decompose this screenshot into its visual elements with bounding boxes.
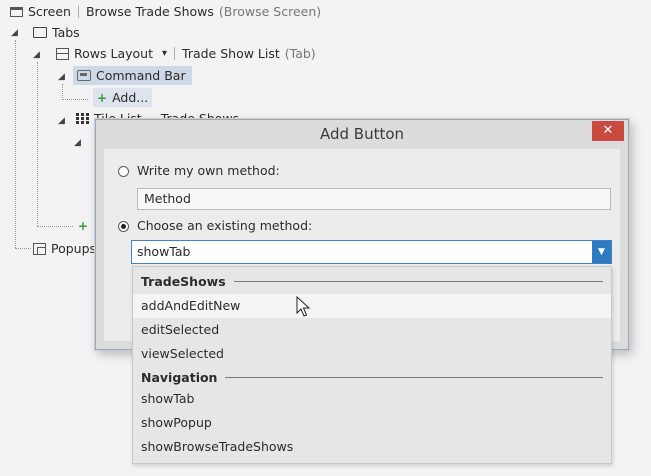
tree-node-screen[interactable]: Screen Browse Trade Shows (Browse Screen…	[10, 4, 321, 19]
dropdown-item[interactable]: viewSelected	[133, 342, 611, 366]
divider	[225, 376, 603, 378]
tree-node-add[interactable]: + Add...	[93, 88, 153, 107]
choose-existing-method-label: Choose an existing method:	[137, 218, 313, 233]
radio-write-own-method[interactable]	[118, 166, 129, 177]
mouse-cursor-icon	[296, 296, 310, 317]
method-field[interactable]: Method	[137, 188, 611, 210]
dropdown-item[interactable]: showTab	[133, 387, 611, 411]
popups-icon	[33, 242, 46, 255]
expand-triangle-icon[interactable]: ◢	[58, 116, 65, 126]
popups-label: Popups	[51, 241, 97, 256]
screen-kind: (Browse Screen)	[218, 4, 322, 19]
rows-layout-label: Rows Layout	[74, 46, 153, 61]
dialog-title: Add Button	[319, 125, 405, 143]
tree-guide	[15, 248, 31, 249]
tree-node-popups[interactable]: Popups	[33, 241, 96, 256]
dropdown-group-header: TradeShows	[133, 271, 611, 291]
plus-icon[interactable]: +	[78, 219, 88, 233]
group-header-navigation: Navigation	[141, 369, 218, 385]
rows-layout-icon	[56, 47, 69, 60]
divider	[233, 280, 603, 282]
expand-triangle-icon[interactable]: ◢	[74, 138, 81, 148]
write-own-method-label: Write my own method:	[137, 163, 280, 178]
dropdown-item[interactable]: showPopup	[133, 411, 611, 435]
tree-node-tabs[interactable]: Tabs	[33, 25, 80, 40]
tree-guide	[37, 62, 38, 226]
dropdown-item[interactable]: addAndEditNew	[133, 294, 611, 318]
dropdown-item[interactable]: editSelected	[133, 318, 611, 342]
chevron-down-icon[interactable]: ▼	[592, 241, 611, 263]
tabs-label: Tabs	[52, 25, 80, 40]
tree-guide	[62, 99, 88, 100]
trade-show-list-kind: (Tab)	[284, 46, 316, 61]
tree-guide	[15, 40, 16, 248]
tile-list-icon	[76, 113, 89, 124]
close-button[interactable]: ✕	[592, 121, 624, 141]
dropdown-item[interactable]: showBrowseTradeShows	[133, 435, 611, 459]
method-select[interactable]: showTab ▼	[131, 240, 612, 264]
chevron-down-icon[interactable]: ▾	[162, 48, 167, 59]
screen-name: Browse Trade Shows	[85, 4, 214, 19]
expand-triangle-icon[interactable]: ◢	[33, 50, 40, 60]
add-label: Add...	[112, 90, 149, 105]
dropdown-group-header: Navigation	[133, 367, 611, 387]
separator	[174, 47, 176, 60]
folder-icon	[33, 27, 47, 38]
method-select-value: showTab	[137, 244, 191, 259]
tree-node-command-bar[interactable]: Command Bar	[73, 66, 192, 85]
separator	[77, 5, 79, 18]
command-bar-icon	[77, 70, 91, 81]
tree-guide	[62, 84, 63, 100]
expand-triangle-icon[interactable]: ◢	[58, 72, 65, 82]
screen-label: Screen	[28, 4, 71, 19]
tree-guide	[37, 226, 73, 227]
close-icon: ✕	[602, 123, 614, 138]
command-bar-label: Command Bar	[96, 68, 186, 83]
expand-triangle-icon[interactable]: ◢	[11, 28, 18, 38]
group-header-tradeshows: TradeShows	[141, 273, 226, 289]
trade-show-list-label: Trade Show List	[182, 46, 280, 61]
screen-icon	[10, 6, 23, 17]
plus-icon: +	[97, 90, 108, 105]
method-dropdown-list: TradeShows addAndEditNew editSelected vi…	[132, 266, 612, 464]
radio-choose-existing-method[interactable]	[118, 221, 129, 232]
tree-node-rows-layout[interactable]: Rows Layout ▾ Trade Show List (Tab)	[56, 46, 316, 61]
